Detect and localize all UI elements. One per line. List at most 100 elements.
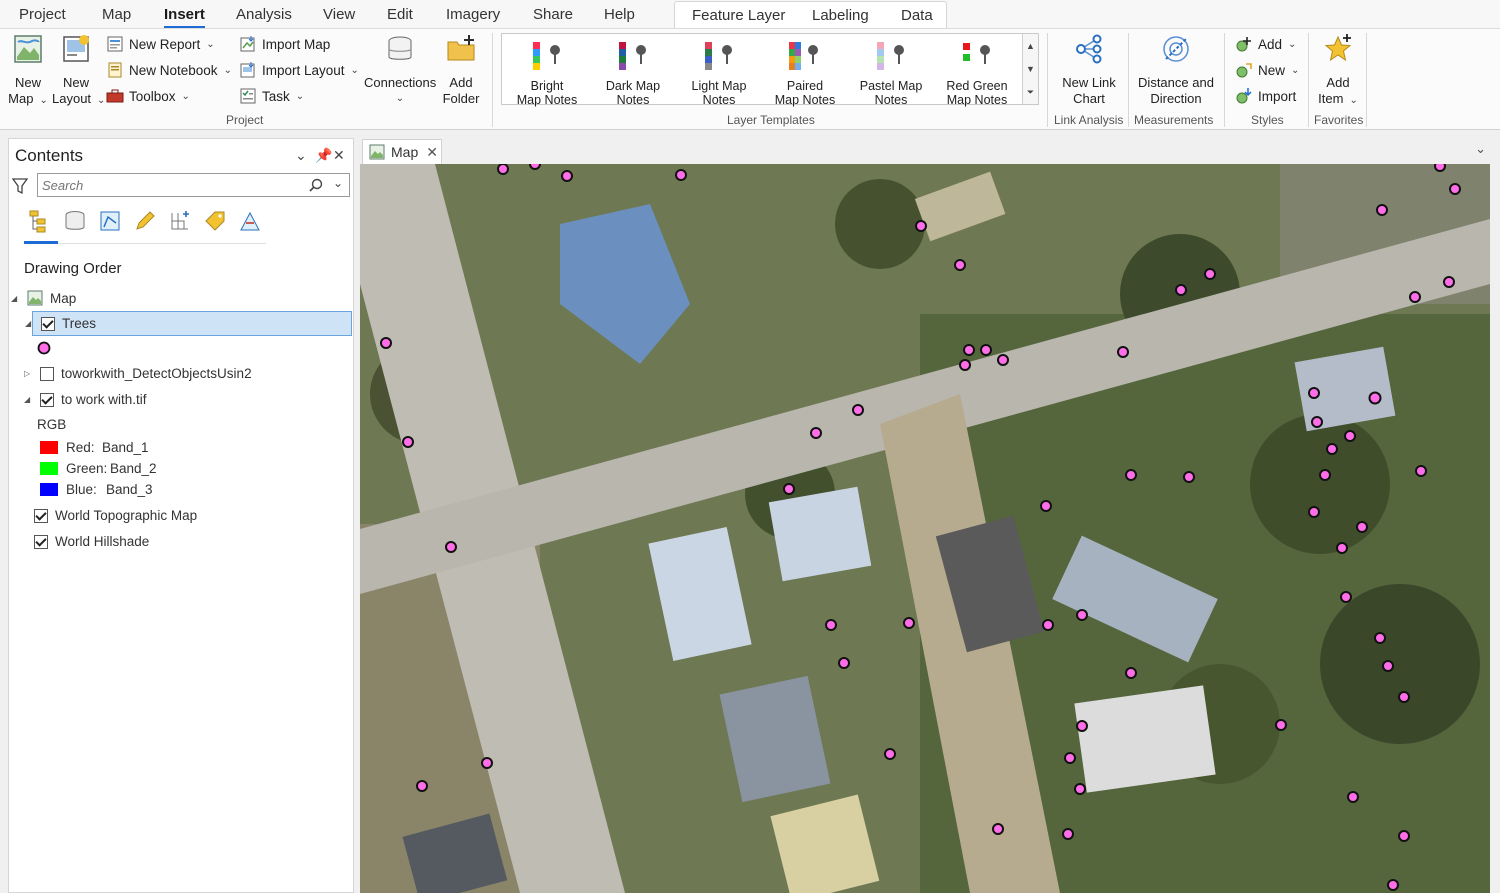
task-button[interactable]: Task ⌄ — [239, 86, 304, 106]
new-notebook-button[interactable]: New Notebook ⌄ — [106, 60, 232, 80]
collapse-caret-icon[interactable]: ◢ — [25, 319, 35, 328]
layer-visibility-checkbox[interactable] — [41, 316, 55, 331]
styles-add-label: Add — [1258, 36, 1283, 52]
chevron-down-icon[interactable]: ⌄ — [295, 147, 307, 164]
gallery-scroll-up-icon[interactable]: ▲ — [1022, 34, 1038, 57]
tab-labeling[interactable]: Labeling — [812, 7, 869, 24]
distance-direction-button[interactable]: Distance and Direction — [1134, 33, 1218, 107]
template-dark-map-notes[interactable]: Dark Map Notes — [590, 34, 676, 107]
collapse-caret-icon[interactable]: ◢ — [11, 294, 21, 303]
tab-analysis[interactable]: Analysis — [236, 6, 292, 23]
template-red-green-map-notes[interactable]: Red Green Map Notes — [934, 34, 1020, 107]
chevron-down-icon[interactable]: ⌄ — [333, 176, 343, 190]
template-pastel-map-notes[interactable]: Pastel Map Notes — [848, 34, 934, 107]
tab-share[interactable]: Share — [533, 6, 573, 23]
import-map-button[interactable]: Import Map — [239, 34, 330, 54]
close-icon[interactable]: ✕ — [426, 144, 438, 161]
gallery-scroll-down-icon[interactable]: ▼ — [1022, 57, 1038, 80]
layer-templates-group-label: Layer Templates — [727, 113, 815, 127]
legend-band-red[interactable]: Red: Band_1 — [40, 440, 149, 455]
new-link-chart-button[interactable]: New Link Chart — [1056, 33, 1122, 107]
template-label-2: Map Notes — [774, 93, 836, 107]
list-by-snapping-icon[interactable] — [168, 209, 192, 233]
contents-title: Contents — [15, 146, 84, 165]
list-by-labeling-icon[interactable] — [203, 209, 227, 233]
new-map-button[interactable]: New Map ⌄ — [6, 33, 50, 109]
blue-swatch[interactable] — [40, 483, 58, 496]
red-swatch[interactable] — [40, 441, 58, 454]
new-notebook-label: New Notebook — [129, 62, 218, 78]
layer-visibility-checkbox[interactable] — [40, 366, 54, 381]
chevron-down-icon[interactable]: ⌄ — [1475, 141, 1486, 157]
styles-group-label: Styles — [1251, 113, 1284, 127]
layer-row-detect-objects[interactable]: ▷ toworkwith_DetectObjectsUsin2 — [24, 366, 252, 381]
layer-label-topographic: World Topographic Map — [55, 508, 198, 523]
template-paired-map-notes[interactable]: Paired Map Notes — [762, 34, 848, 107]
tab-insert[interactable]: Insert — [164, 6, 205, 28]
tab-help[interactable]: Help — [604, 6, 635, 23]
template-bright-map-notes[interactable]: Bright Map Notes — [504, 34, 590, 107]
tab-edit[interactable]: Edit — [387, 6, 413, 23]
toolbox-button[interactable]: Toolbox ⌄ — [106, 86, 190, 106]
pin-icon[interactable]: 📌 — [315, 147, 332, 164]
list-by-data-source-icon[interactable] — [63, 209, 87, 233]
tab-imagery[interactable]: Imagery — [446, 6, 500, 23]
search-input[interactable] — [42, 176, 302, 194]
connections-button[interactable]: Connections ⌄ — [364, 33, 436, 107]
tree-node-map[interactable]: ◢ Map — [11, 290, 76, 306]
tab-project[interactable]: Project — [19, 6, 66, 23]
rgb-legend-title: RGB — [37, 417, 66, 432]
layer-visibility-checkbox[interactable] — [40, 392, 54, 407]
layer-visibility-checkbox[interactable] — [34, 534, 48, 549]
styles-add-button[interactable]: Add ⌄ — [1235, 34, 1296, 54]
new-report-button[interactable]: New Report ⌄ — [106, 34, 215, 54]
search-icon[interactable] — [309, 178, 323, 192]
layer-row-raster[interactable]: ◢ to work with.tif — [24, 392, 147, 407]
tab-map[interactable]: Map — [102, 6, 131, 23]
import-layout-button[interactable]: Import Layout ⌄ — [239, 60, 359, 80]
layer-label-hillshade: World Hillshade — [55, 534, 150, 549]
list-by-selection-icon[interactable] — [98, 209, 122, 233]
add-item-button[interactable]: Add Item ⌄ — [1316, 33, 1360, 109]
styles-new-button[interactable]: New ⌄ — [1235, 60, 1299, 80]
green-swatch[interactable] — [40, 462, 58, 475]
tab-feature-layer[interactable]: Feature Layer — [692, 7, 785, 24]
band-label: Blue: — [66, 482, 97, 497]
filter-icon[interactable] — [12, 177, 28, 195]
band-value: Band_2 — [110, 461, 157, 476]
chevron-down-icon: ⌄ — [39, 95, 48, 106]
tab-view[interactable]: View — [323, 6, 355, 23]
database-icon — [388, 36, 412, 60]
point-symbol-icon[interactable] — [37, 341, 51, 355]
list-by-drawing-order-icon[interactable] — [28, 209, 52, 233]
template-label-2: Notes — [702, 93, 736, 107]
layer-row-trees[interactable]: ◢ Trees — [25, 311, 352, 336]
tab-data[interactable]: Data — [901, 7, 933, 24]
list-by-perspective-icon[interactable] — [238, 209, 262, 233]
chevron-down-icon: ⌄ — [1349, 95, 1358, 106]
template-label-2: Notes — [616, 93, 650, 107]
layer-row-world-hillshade[interactable]: World Hillshade — [34, 534, 149, 549]
new-layout-button[interactable]: New Layout ⌄ — [52, 33, 105, 109]
map-canvas[interactable] — [360, 164, 1490, 893]
folder-add-icon — [447, 35, 475, 61]
layer-visibility-checkbox[interactable] — [34, 508, 48, 523]
layer-row-world-topographic[interactable]: World Topographic Map — [34, 508, 197, 523]
group-separator — [1047, 33, 1048, 127]
list-by-editing-icon[interactable] — [133, 209, 157, 233]
add-folder-button[interactable]: Add Folder — [438, 33, 484, 107]
legend-band-green[interactable]: Green: Band_2 — [40, 461, 157, 476]
toolbox-label: Toolbox — [129, 88, 176, 104]
gallery-expand-icon[interactable]: ⏷ — [1022, 80, 1038, 104]
template-light-map-notes[interactable]: Light Map Notes — [676, 34, 762, 107]
template-label-1: Dark Map — [605, 79, 661, 93]
active-view-indicator — [24, 241, 58, 244]
map-view-tab[interactable]: Map ✕ — [362, 139, 442, 164]
collapse-caret-icon[interactable]: ◢ — [24, 395, 34, 404]
layer-label-trees: Trees — [62, 316, 97, 331]
expand-caret-icon[interactable]: ▷ — [24, 369, 34, 378]
legend-band-blue[interactable]: Blue: Band_3 — [40, 482, 153, 497]
close-icon[interactable]: ✕ — [333, 147, 345, 164]
styles-import-button[interactable]: Import — [1235, 86, 1296, 106]
new-map-label-2: Map — [8, 91, 34, 106]
